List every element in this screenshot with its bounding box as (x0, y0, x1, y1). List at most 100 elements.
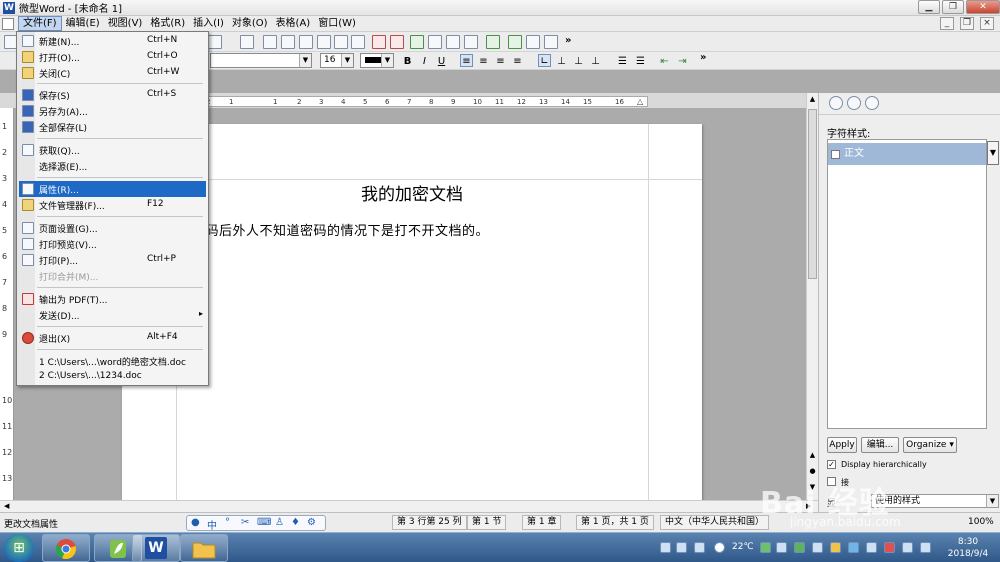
toolbar-more-icon[interactable]: » (565, 35, 571, 46)
menu-item-page-setup[interactable]: 页面设置(G)... (19, 220, 206, 236)
justify-icon[interactable]: ≡ (511, 54, 524, 67)
horizontal-scrollbar[interactable]: ◀ ▶ (0, 500, 818, 512)
menu-table[interactable]: 表格(A) (272, 16, 315, 31)
underline-button[interactable]: U (435, 54, 448, 67)
vertical-ruler[interactable]: 1 2 3 4 5 6 7 8 9 10 11 12 13 (0, 108, 14, 500)
align-center-icon[interactable]: ≡ (477, 54, 490, 67)
indent-decrease-icon[interactable]: ⇤ (658, 54, 671, 67)
drawing-icon[interactable] (526, 35, 540, 49)
tab-left-icon[interactable]: ∟ (538, 54, 551, 67)
font-color-dropdown[interactable]: ▼ (360, 53, 394, 68)
security-tray-icon[interactable] (760, 542, 771, 553)
document-icon[interactable] (2, 17, 14, 30)
menu-item-exit[interactable]: 退出(X) Alt+F4 (19, 330, 206, 346)
organize-button[interactable]: Organize ▾ (903, 437, 957, 453)
style-list-dropdown-icon[interactable]: ▼ (987, 141, 999, 165)
document-heading[interactable]: 我的加密文档 (122, 180, 702, 205)
select-browse-icon[interactable]: ● (808, 467, 817, 475)
menu-item-save[interactable]: 保存(S) Ctrl+S (19, 87, 206, 103)
bullet-list-icon[interactable]: ☰ (616, 54, 629, 67)
menu-item-export-pdf[interactable]: 输出为 PDF(T)... (19, 291, 206, 307)
toolbar-more-icon[interactable]: » (700, 52, 706, 63)
doc-close-button[interactable]: × (980, 17, 994, 30)
numbered-list-icon[interactable]: ☰ (634, 54, 647, 67)
spellcheck-icon[interactable] (410, 35, 424, 49)
skin-icon[interactable]: ♦ (291, 517, 300, 528)
tab-center-icon[interactable]: ⊥ (555, 54, 568, 67)
apply-button[interactable]: Apply (827, 437, 857, 453)
menu-item-close[interactable]: 关闭(C) Ctrl+W (19, 65, 206, 81)
align-left-icon[interactable]: ≡ (460, 54, 473, 67)
menu-item-select-source[interactable]: 选择源(E)... (19, 158, 206, 174)
link-icon[interactable] (486, 35, 500, 49)
menu-item-print[interactable]: 打印(P)... Ctrl+P (19, 252, 206, 268)
paragraph-icon[interactable] (508, 35, 522, 49)
menu-item-properties[interactable]: 属性(R)... (19, 181, 206, 197)
font-color-icon[interactable] (372, 35, 386, 49)
scroll-up-icon[interactable]: ▲ (808, 95, 817, 103)
close-button[interactable]: ✕ (966, 0, 1000, 14)
doc-restore-button[interactable]: ❐ (960, 17, 974, 30)
menu-item-send[interactable]: 发送(D)... ▸ (19, 307, 206, 323)
ime-mode[interactable]: 中 (207, 517, 217, 532)
font-name-dropdown[interactable]: ▼ (210, 53, 312, 68)
scrollbar-thumb[interactable] (808, 109, 817, 279)
maximize-button[interactable]: ❐ (942, 0, 964, 14)
user-tray-icon[interactable] (660, 542, 671, 553)
ime-toolbar[interactable]: ● 中 ° ✂ ⌨ ♙ ♦ ⚙ (186, 515, 326, 532)
database-icon[interactable] (544, 35, 558, 49)
word-taskbar-icon[interactable]: W (132, 534, 180, 562)
chrome-taskbar-icon[interactable] (42, 534, 90, 562)
volume-tray-icon[interactable] (920, 542, 931, 553)
monitor-tray-icon[interactable] (866, 542, 877, 553)
user-icon[interactable]: ● (191, 517, 200, 528)
scroll-left-icon[interactable]: ◀ (4, 502, 9, 510)
keyboard-icon[interactable]: ⌨ (257, 517, 271, 528)
wechat-tray-icon[interactable] (794, 542, 805, 553)
punctuation-icon[interactable]: ° (225, 517, 230, 528)
tab-right-icon[interactable]: ⊥ (572, 54, 585, 67)
help-tray-icon[interactable] (676, 542, 687, 553)
menu-file[interactable]: 文件(F) (18, 16, 62, 31)
zoom-level[interactable]: 100% (968, 517, 994, 527)
columns-icon[interactable] (446, 35, 460, 49)
record-tray-icon[interactable] (884, 542, 895, 553)
scroll-up-icon[interactable]: ▲ (808, 451, 817, 459)
edit-button[interactable]: 编辑... (861, 437, 899, 453)
insert-columns-icon[interactable] (299, 35, 313, 49)
highlight-icon[interactable] (390, 35, 404, 49)
font-size-dropdown[interactable]: 16 ▼ (320, 53, 354, 68)
display-hierarchically-checkbox[interactable]: ✓ (827, 460, 836, 469)
style-list[interactable]: 正文 (827, 139, 987, 429)
start-button[interactable]: ⊞ (4, 534, 34, 562)
menu-item-print-preview[interactable]: 打印预览(V)... (19, 236, 206, 252)
italic-button[interactable]: I (418, 54, 431, 67)
menu-item-new[interactable]: 新建(N)... Ctrl+N (19, 33, 206, 49)
style-checkbox[interactable] (831, 150, 840, 159)
gallery-icon[interactable] (847, 96, 861, 110)
menu-item-recent-1[interactable]: 1 C:\Users\...\word的绝密文档.doc (19, 353, 206, 369)
insert-table-icon[interactable] (263, 35, 277, 49)
network-tray-icon[interactable] (694, 542, 705, 553)
zoom-in-icon[interactable] (351, 35, 365, 49)
menu-insert[interactable]: 插入(I) (189, 16, 228, 31)
sync-tray-icon[interactable] (830, 542, 841, 553)
format-painter-icon[interactable] (428, 35, 442, 49)
tab-decimal-icon[interactable]: ⊥ (589, 54, 602, 67)
styles-icon[interactable] (865, 96, 879, 110)
menu-item-recent-2[interactable]: 2 C:\Users\...\1234.doc (19, 369, 206, 385)
navigator-icon[interactable] (829, 96, 843, 110)
zoom-icon[interactable] (334, 35, 348, 49)
menu-format[interactable]: 格式(R) (146, 16, 189, 31)
document-paragraph[interactable]: 密码后外人不知道密码的情况下是打不开文档的。 (192, 220, 489, 239)
doc-minimize-button[interactable]: _ (940, 17, 954, 30)
style-item-normal[interactable]: 正文 (828, 143, 986, 165)
weather-cloud-icon[interactable] (714, 542, 725, 553)
align-right-icon[interactable]: ≡ (494, 54, 507, 67)
menu-edit[interactable]: 编辑(E) (62, 16, 104, 31)
menu-item-open[interactable]: 打开(O)... Ctrl+O (19, 49, 206, 65)
language-indicator[interactable]: 中文（中华人民共和国） (660, 515, 770, 530)
menu-item-acquire[interactable]: 获取(Q)... (19, 142, 206, 158)
scissors-icon[interactable]: ✂ (241, 517, 249, 528)
text-box-icon[interactable] (464, 35, 478, 49)
